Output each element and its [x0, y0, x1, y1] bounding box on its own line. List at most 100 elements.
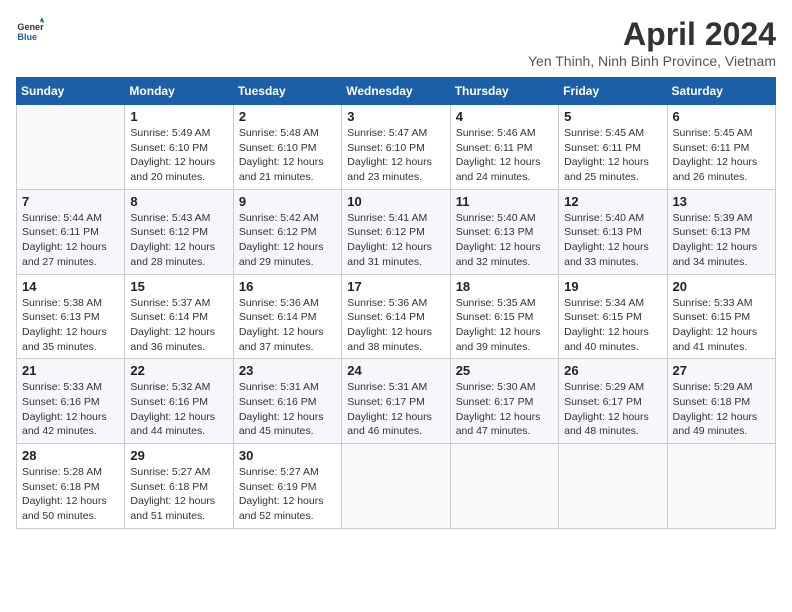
- calendar-week-row: 21 Sunrise: 5:33 AM Sunset: 6:16 PM Dayli…: [17, 359, 776, 444]
- day-info: Sunrise: 5:31 AM Sunset: 6:16 PM Dayligh…: [239, 380, 336, 439]
- calendar-cell: 6Sunrise: 5:45 AM Sunset: 6:11 PM Daylig…: [667, 105, 775, 190]
- day-info: Sunrise: 5:38 AM Sunset: 6:13 PM Dayligh…: [22, 296, 119, 355]
- svg-text:General: General: [17, 22, 44, 32]
- day-number: 16: [239, 279, 336, 294]
- day-number: 10: [347, 194, 444, 209]
- day-number: 29: [130, 448, 227, 463]
- title-block: April 2024 Yen Thinh, Ninh Binh Province…: [528, 16, 776, 69]
- calendar-cell: 16 Sunrise: 5:36 AM Sunset: 6:14 PM Dayli…: [233, 274, 341, 359]
- day-info: Sunrise: 5:45 AM Sunset: 6:11 PM Dayligh…: [564, 126, 661, 185]
- day-number: 12: [564, 194, 661, 209]
- calendar-cell: [17, 105, 125, 190]
- day-number: 19: [564, 279, 661, 294]
- day-number: 8: [130, 194, 227, 209]
- day-info: Sunrise: 5:33 AM Sunset: 6:15 PM Dayligh…: [673, 296, 770, 355]
- weekday-header: Saturday: [667, 78, 775, 105]
- calendar-cell: 20 Sunrise: 5:33 AM Sunset: 6:15 PM Dayli…: [667, 274, 775, 359]
- calendar-cell: 24Sunrise: 5:31 AM Sunset: 6:17 PM Dayli…: [342, 359, 450, 444]
- day-number: 6: [673, 109, 770, 124]
- calendar-cell: 12 Sunrise: 5:40 AM Sunset: 6:13 PM Dayli…: [559, 189, 667, 274]
- calendar-cell: 8Sunrise: 5:43 AM Sunset: 6:12 PM Daylig…: [125, 189, 233, 274]
- calendar-cell: 18 Sunrise: 5:35 AM Sunset: 6:15 PM Dayli…: [450, 274, 558, 359]
- calendar-cell: 2 Sunrise: 5:48 AM Sunset: 6:10 PM Daylig…: [233, 105, 341, 190]
- day-number: 5: [564, 109, 661, 124]
- day-info: Sunrise: 5:35 AM Sunset: 6:15 PM Dayligh…: [456, 296, 553, 355]
- day-info: Sunrise: 5:40 AM Sunset: 6:13 PM Dayligh…: [456, 211, 553, 270]
- day-info: Sunrise: 5:47 AM Sunset: 6:10 PM Dayligh…: [347, 126, 444, 185]
- calendar-cell: 7 Sunrise: 5:44 AM Sunset: 6:11 PM Daylig…: [17, 189, 125, 274]
- day-number: 2: [239, 109, 336, 124]
- day-info: Sunrise: 5:46 AM Sunset: 6:11 PM Dayligh…: [456, 126, 553, 185]
- day-number: 22: [130, 363, 227, 378]
- day-info: Sunrise: 5:36 AM Sunset: 6:14 PM Dayligh…: [239, 296, 336, 355]
- day-info: Sunrise: 5:30 AM Sunset: 6:17 PM Dayligh…: [456, 380, 553, 439]
- weekday-header: Thursday: [450, 78, 558, 105]
- day-info: Sunrise: 5:36 AM Sunset: 6:14 PM Dayligh…: [347, 296, 444, 355]
- day-number: 21: [22, 363, 119, 378]
- day-number: 1: [130, 109, 227, 124]
- day-number: 27: [673, 363, 770, 378]
- day-number: 17: [347, 279, 444, 294]
- day-info: Sunrise: 5:49 AM Sunset: 6:10 PM Dayligh…: [130, 126, 227, 185]
- day-number: 30: [239, 448, 336, 463]
- page-header: General Blue April 2024 Yen Thinh, Ninh …: [16, 16, 776, 69]
- month-year-title: April 2024: [528, 16, 776, 53]
- day-number: 18: [456, 279, 553, 294]
- calendar-cell: [342, 444, 450, 529]
- day-number: 23: [239, 363, 336, 378]
- location-subtitle: Yen Thinh, Ninh Binh Province, Vietnam: [528, 53, 776, 69]
- day-number: 28: [22, 448, 119, 463]
- calendar-cell: 29Sunrise: 5:27 AM Sunset: 6:18 PM Dayli…: [125, 444, 233, 529]
- day-info: Sunrise: 5:29 AM Sunset: 6:18 PM Dayligh…: [673, 380, 770, 439]
- day-number: 13: [673, 194, 770, 209]
- calendar-cell: [667, 444, 775, 529]
- calendar-cell: 25Sunrise: 5:30 AM Sunset: 6:17 PM Dayli…: [450, 359, 558, 444]
- day-info: Sunrise: 5:44 AM Sunset: 6:11 PM Dayligh…: [22, 211, 119, 270]
- calendar-cell: 5 Sunrise: 5:45 AM Sunset: 6:11 PM Daylig…: [559, 105, 667, 190]
- logo-icon: General Blue: [16, 16, 44, 44]
- day-info: Sunrise: 5:40 AM Sunset: 6:13 PM Dayligh…: [564, 211, 661, 270]
- calendar-cell: 14 Sunrise: 5:38 AM Sunset: 6:13 PM Dayli…: [17, 274, 125, 359]
- day-info: Sunrise: 5:34 AM Sunset: 6:15 PM Dayligh…: [564, 296, 661, 355]
- day-number: 15: [130, 279, 227, 294]
- calendar-cell: 1 Sunrise: 5:49 AM Sunset: 6:10 PM Daylig…: [125, 105, 233, 190]
- day-info: Sunrise: 5:33 AM Sunset: 6:16 PM Dayligh…: [22, 380, 119, 439]
- day-info: Sunrise: 5:48 AM Sunset: 6:10 PM Dayligh…: [239, 126, 336, 185]
- calendar-cell: 15 Sunrise: 5:37 AM Sunset: 6:14 PM Dayli…: [125, 274, 233, 359]
- calendar-cell: 26Sunrise: 5:29 AM Sunset: 6:17 PM Dayli…: [559, 359, 667, 444]
- weekday-header: Monday: [125, 78, 233, 105]
- day-info: Sunrise: 5:28 AM Sunset: 6:18 PM Dayligh…: [22, 465, 119, 524]
- svg-text:Blue: Blue: [17, 32, 37, 42]
- day-info: Sunrise: 5:29 AM Sunset: 6:17 PM Dayligh…: [564, 380, 661, 439]
- calendar-week-row: 1 Sunrise: 5:49 AM Sunset: 6:10 PM Daylig…: [17, 105, 776, 190]
- day-info: Sunrise: 5:39 AM Sunset: 6:13 PM Dayligh…: [673, 211, 770, 270]
- day-info: Sunrise: 5:41 AM Sunset: 6:12 PM Dayligh…: [347, 211, 444, 270]
- day-number: 7: [22, 194, 119, 209]
- day-info: Sunrise: 5:32 AM Sunset: 6:16 PM Dayligh…: [130, 380, 227, 439]
- calendar-cell: 13 Sunrise: 5:39 AM Sunset: 6:13 PM Dayli…: [667, 189, 775, 274]
- weekday-header: Friday: [559, 78, 667, 105]
- day-number: 24: [347, 363, 444, 378]
- calendar-cell: 9Sunrise: 5:42 AM Sunset: 6:12 PM Daylig…: [233, 189, 341, 274]
- weekday-header-row: SundayMondayTuesdayWednesdayThursdayFrid…: [17, 78, 776, 105]
- calendar-cell: 28 Sunrise: 5:28 AM Sunset: 6:18 PM Dayli…: [17, 444, 125, 529]
- calendar-cell: 23 Sunrise: 5:31 AM Sunset: 6:16 PM Dayli…: [233, 359, 341, 444]
- calendar-cell: 10 Sunrise: 5:41 AM Sunset: 6:12 PM Dayli…: [342, 189, 450, 274]
- calendar-cell: 21 Sunrise: 5:33 AM Sunset: 6:16 PM Dayli…: [17, 359, 125, 444]
- logo: General Blue: [16, 16, 44, 44]
- day-info: Sunrise: 5:27 AM Sunset: 6:19 PM Dayligh…: [239, 465, 336, 524]
- calendar-table: SundayMondayTuesdayWednesdayThursdayFrid…: [16, 77, 776, 529]
- calendar-cell: 3 Sunrise: 5:47 AM Sunset: 6:10 PM Daylig…: [342, 105, 450, 190]
- calendar-cell: 27 Sunrise: 5:29 AM Sunset: 6:18 PM Dayli…: [667, 359, 775, 444]
- calendar-week-row: 28 Sunrise: 5:28 AM Sunset: 6:18 PM Dayli…: [17, 444, 776, 529]
- calendar-cell: 30 Sunrise: 5:27 AM Sunset: 6:19 PM Dayli…: [233, 444, 341, 529]
- day-number: 3: [347, 109, 444, 124]
- day-info: Sunrise: 5:37 AM Sunset: 6:14 PM Dayligh…: [130, 296, 227, 355]
- calendar-cell: [450, 444, 558, 529]
- day-number: 20: [673, 279, 770, 294]
- day-number: 14: [22, 279, 119, 294]
- day-number: 9: [239, 194, 336, 209]
- calendar-week-row: 14 Sunrise: 5:38 AM Sunset: 6:13 PM Dayli…: [17, 274, 776, 359]
- day-number: 11: [456, 194, 553, 209]
- weekday-header: Tuesday: [233, 78, 341, 105]
